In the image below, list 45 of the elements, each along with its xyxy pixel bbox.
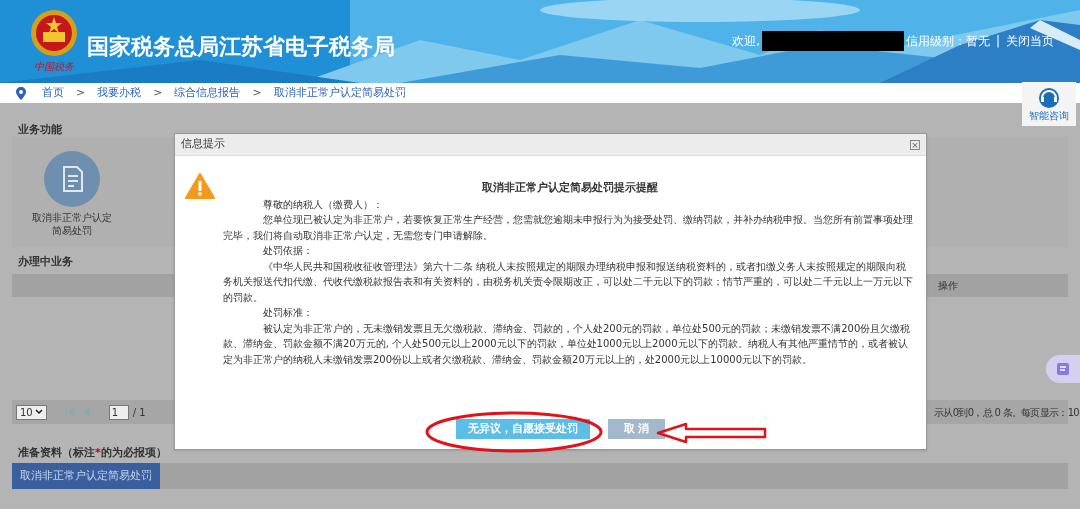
- section-title: 准备资料（标注*的为必报项）: [18, 446, 167, 460]
- section-title: 业务功能: [18, 123, 62, 137]
- chat-icon: [1056, 362, 1070, 376]
- breadcrumb-separator: >: [153, 84, 163, 101]
- dialog-paragraph: 您单位现已被认定为非正常户，若要恢复正常生产经营，您需就您逾期未申报行为为接受处罚、缴纳罚款，并补办纳税申报。当您所有前置事项处理完毕，我们将自动取消非正常户认定，无需您专门申请解除。: [223, 213, 914, 243]
- breadcrumb-link[interactable]: 首页: [42, 84, 64, 102]
- credit-level: 信用级别：暂无: [905, 33, 990, 50]
- dialog-heading: 取消非正常户认定简易处罚提示提醒: [480, 180, 659, 196]
- breadcrumb-separator: >: [76, 84, 86, 101]
- assistant-label: 智能咨询: [1029, 111, 1069, 121]
- emblem-icon: [28, 8, 79, 58]
- column-header: 操作: [938, 279, 958, 293]
- total-pages: / 1: [132, 405, 146, 420]
- page-number-field[interactable]: 1: [108, 404, 129, 420]
- dialog-paragraph: 处罚标准：: [262, 306, 314, 320]
- tab[interactable]: 取消非正常户认定简易处罚: [12, 463, 160, 489]
- close-page-link[interactable]: 关闭当页: [1006, 32, 1054, 50]
- warning-icon: [185, 173, 215, 199]
- document-icon: [44, 151, 100, 207]
- chat-bubble-button[interactable]: [1046, 355, 1080, 383]
- function-tile[interactable]: 取消非正常户认定简易处罚: [32, 151, 112, 247]
- headset-icon: [1037, 87, 1061, 109]
- breadcrumb-separator: >: [252, 84, 262, 101]
- first-page-icon: [64, 408, 75, 416]
- breadcrumb-link[interactable]: 取消非正常户认定简易处罚: [273, 84, 406, 102]
- dialog-paragraph: 处罚依据：: [262, 244, 314, 258]
- breadcrumb-link[interactable]: 我要办税: [97, 84, 142, 102]
- welcome-text: 欢迎,: [732, 33, 760, 50]
- page-size-select[interactable]: 10: [16, 404, 47, 420]
- separator: |: [995, 33, 1000, 50]
- caret-icon: [34, 409, 43, 415]
- location-pin-icon: [16, 86, 26, 100]
- dialog-paragraph: 尊敬的纳税人（缴费人）：: [262, 197, 384, 212]
- dialog-title: 信息提示: [181, 136, 225, 153]
- assistant-button[interactable]: 智能咨询: [1022, 82, 1076, 126]
- dialog-paragraph: 《中华人民共和国税收征收管理法》第六十二条 纳税人未按照规定的期限办理纳税申报和报送纳税资料的，或者扣缴义务人未按照规定的期限向税务机关报送代扣代缴、代收代缴税款报告表和有关资料的，由税务机关责令限期改正，可以处二千元以下的罚款；情节严重的，可以处二千元以上一万元以下的罚款。: [223, 259, 914, 305]
- site-title: 国家税务总局江苏省电子税务局: [87, 33, 395, 61]
- function-label: 取消非正常户认定简易处罚: [32, 211, 112, 237]
- dialog-paragraph: 被认定为非正常户的，无未缴销发票且无欠缴税款、滞纳金、罚款的，个人处200元的罚款，单位处500元的罚款；未缴销发票不满200份且欠缴税款、滞纳金、罚款金额不满20万元的, 个人处500元以上2000元以下的罚款，单位处1000元以上2000元以下的罚款。纳税人有其他严重情节的，或者被认定为非正常户的纳税人未缴销发票200份以上或者欠缴税款、滞纳金、罚款金额20万元以上的，处2000元以上10000元以下的罚款。: [223, 321, 912, 367]
- previous-page-icon: [82, 408, 89, 416]
- logo-caption: 中国税务: [33, 62, 74, 72]
- breadcrumb-link[interactable]: 综合信息报告: [174, 84, 241, 102]
- pager-summary: 示从0到0，总 0 条。每页显示：10: [934, 405, 1079, 420]
- section-title: 办理中业务: [18, 255, 73, 269]
- close-button[interactable]: ×: [910, 139, 920, 150]
